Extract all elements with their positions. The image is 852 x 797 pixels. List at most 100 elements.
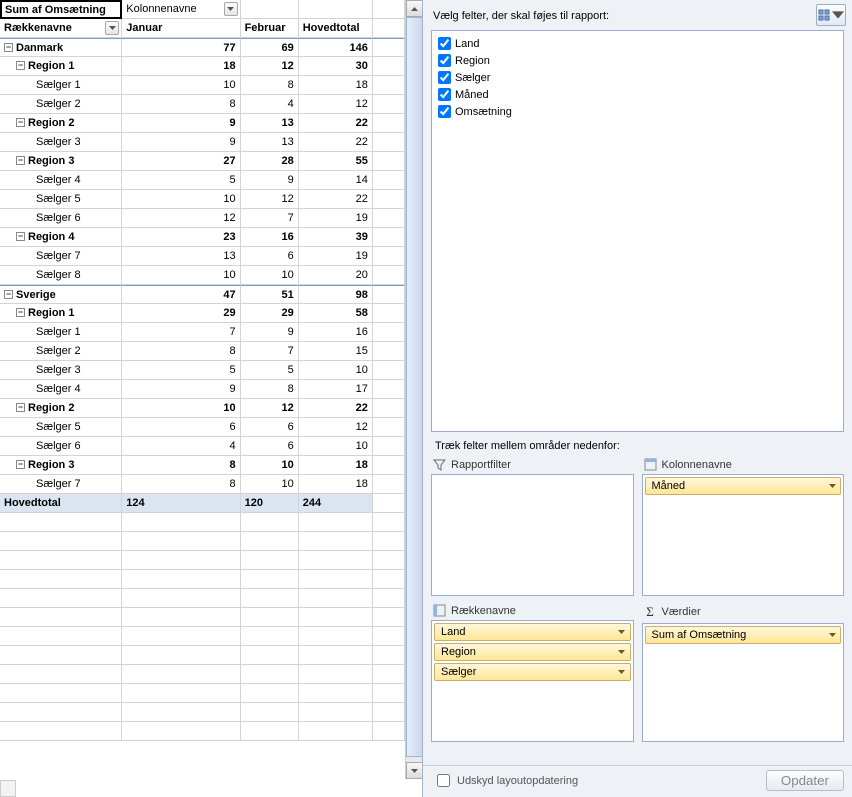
cell-value[interactable]: 4 [241,95,299,114]
dropdown-arrow-icon[interactable] [224,2,238,16]
cell-value[interactable]: 12 [241,57,299,76]
collapse-icon[interactable]: − [16,460,25,469]
cell-value[interactable]: 6 [241,437,299,456]
cell-value[interactable]: 30 [299,57,373,76]
cell-value[interactable]: 55 [299,152,373,171]
cell-value[interactable]: 13 [241,114,299,133]
field-checkbox[interactable] [438,71,451,84]
cell-value[interactable]: 10 [299,361,373,380]
area-drop-zone[interactable]: Sum af Omsætning [642,623,845,742]
cell-value[interactable]: 10 [122,76,240,95]
cell-value[interactable]: 58 [299,304,373,323]
empty-row[interactable] [0,532,405,551]
cell-value[interactable]: 10 [122,266,240,285]
table-row[interactable]: Sælger 8101020 [0,266,405,285]
cell-value[interactable]: 5 [241,361,299,380]
cell-value[interactable]: 6 [241,247,299,266]
row-label[interactable]: Sælger 4 [0,171,122,190]
cell-value[interactable]: 12 [241,399,299,418]
cell-value[interactable]: 22 [299,190,373,209]
field-pill[interactable]: Måned [645,477,842,495]
empty-row[interactable] [0,589,405,608]
cell-value[interactable]: 12 [241,190,299,209]
cell-value[interactable]: 69 [241,38,299,57]
collapse-icon[interactable]: − [16,232,25,241]
collapse-icon[interactable]: − [16,156,25,165]
field-checkbox[interactable] [438,105,451,118]
cell-value[interactable]: 18 [299,456,373,475]
row-label[interactable]: Sælger 2 [0,342,122,361]
empty-row[interactable] [0,665,405,684]
collapse-icon[interactable]: − [16,118,25,127]
cell-value[interactable]: 10 [241,475,299,494]
cell-value[interactable]: 8 [122,95,240,114]
row-label[interactable]: Sælger 3 [0,361,122,380]
cell-value[interactable]: 5 [122,171,240,190]
collapse-icon[interactable]: − [16,403,25,412]
row-label[interactable]: −Region 3 [0,456,122,475]
collapse-icon[interactable]: − [4,43,13,52]
row-label[interactable]: −Region 2 [0,114,122,133]
cell-value[interactable]: 23 [122,228,240,247]
cell-value[interactable]: 22 [299,133,373,152]
cell-value[interactable]: 77 [122,38,240,57]
row-label[interactable]: −Region 4 [0,228,122,247]
row-label[interactable]: Sælger 3 [0,133,122,152]
empty-row[interactable] [0,570,405,589]
table-row[interactable]: −Region 4231639 [0,228,405,247]
area-drop-zone[interactable]: Måned [642,474,845,596]
cell-value[interactable]: 12 [299,418,373,437]
table-row[interactable]: Sælger 781018 [0,475,405,494]
field-pill[interactable]: Sum af Omsætning [645,626,842,644]
field-pill[interactable]: Sælger [434,663,631,681]
table-row[interactable]: −Danmark7769146 [0,38,405,57]
cell-value[interactable]: 8 [122,456,240,475]
table-row[interactable]: −Region 2101222 [0,399,405,418]
table-row[interactable]: −Region 1181230 [0,57,405,76]
cell-value[interactable]: 14 [299,171,373,190]
row-label[interactable]: Sælger 1 [0,76,122,95]
cell-value[interactable]: 13 [241,133,299,152]
cell-value[interactable]: 8 [241,380,299,399]
row-label[interactable]: Sælger 1 [0,323,122,342]
collapse-icon[interactable]: − [16,61,25,70]
row-label[interactable]: −Region 2 [0,399,122,418]
table-row[interactable]: Sælger 17916 [0,323,405,342]
empty-row[interactable] [0,646,405,665]
empty-row[interactable] [0,722,405,741]
table-row[interactable]: Sælger 64610 [0,437,405,456]
cell-value[interactable]: 5 [122,361,240,380]
table-row[interactable]: Sælger 45914 [0,171,405,190]
row-label[interactable]: Sælger 7 [0,247,122,266]
cell-value[interactable]: 18 [299,475,373,494]
row-label[interactable]: −Danmark [0,38,122,57]
cell-value[interactable]: 27 [122,152,240,171]
table-row[interactable]: Sælger 391322 [0,133,405,152]
table-row[interactable]: Sælger 49817 [0,380,405,399]
cell-value[interactable]: 17 [299,380,373,399]
collapse-icon[interactable]: − [16,308,25,317]
chevron-down-icon[interactable] [827,630,837,640]
cell-value[interactable]: 7 [241,209,299,228]
field-pill[interactable]: Land [434,623,631,641]
empty-row[interactable] [0,608,405,627]
field-item[interactable]: Måned [438,86,837,103]
vertical-scrollbar[interactable] [405,0,422,779]
cell-value[interactable]: 4 [122,437,240,456]
defer-checkbox-input[interactable] [437,774,450,787]
cell-value[interactable]: 9 [122,380,240,399]
cell-value[interactable]: 29 [241,304,299,323]
cell-value[interactable]: 47 [122,285,240,304]
cell-value[interactable]: 10 [122,190,240,209]
row-label[interactable]: Sælger 5 [0,190,122,209]
col-header-january[interactable]: Januar [122,19,240,38]
row-label[interactable]: −Region 1 [0,304,122,323]
cell-value[interactable]: 9 [241,171,299,190]
cell-value[interactable]: 15 [299,342,373,361]
field-checkbox[interactable] [438,88,451,101]
field-checkbox[interactable] [438,37,451,50]
cell-value[interactable]: 13 [122,247,240,266]
row-label[interactable]: Sælger 2 [0,95,122,114]
table-row[interactable]: Sælger 110818 [0,76,405,95]
table-row[interactable]: −Sverige475198 [0,285,405,304]
